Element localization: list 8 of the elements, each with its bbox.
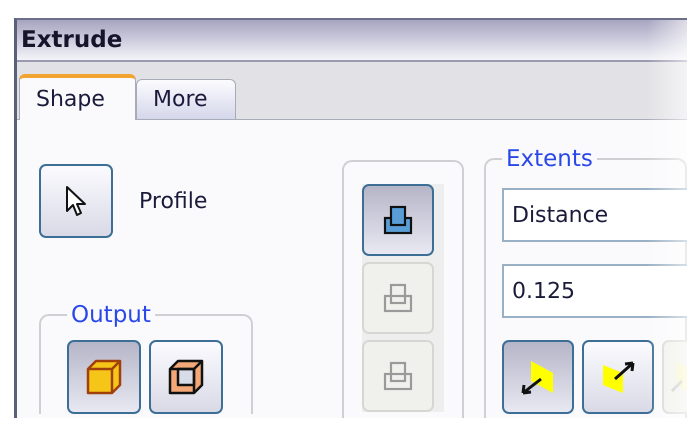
distance-field[interactable]: 0.125 (502, 264, 687, 318)
extents-type-dropdown[interactable]: Distance (502, 188, 687, 242)
tab[interactable]: Shape (19, 74, 136, 120)
tab[interactable]: More (136, 79, 236, 119)
window-title: Extrude (21, 27, 122, 53)
profile-label: Profile (139, 188, 208, 214)
extents-legend: Extents (502, 146, 597, 172)
output-legend: Output (67, 302, 155, 328)
